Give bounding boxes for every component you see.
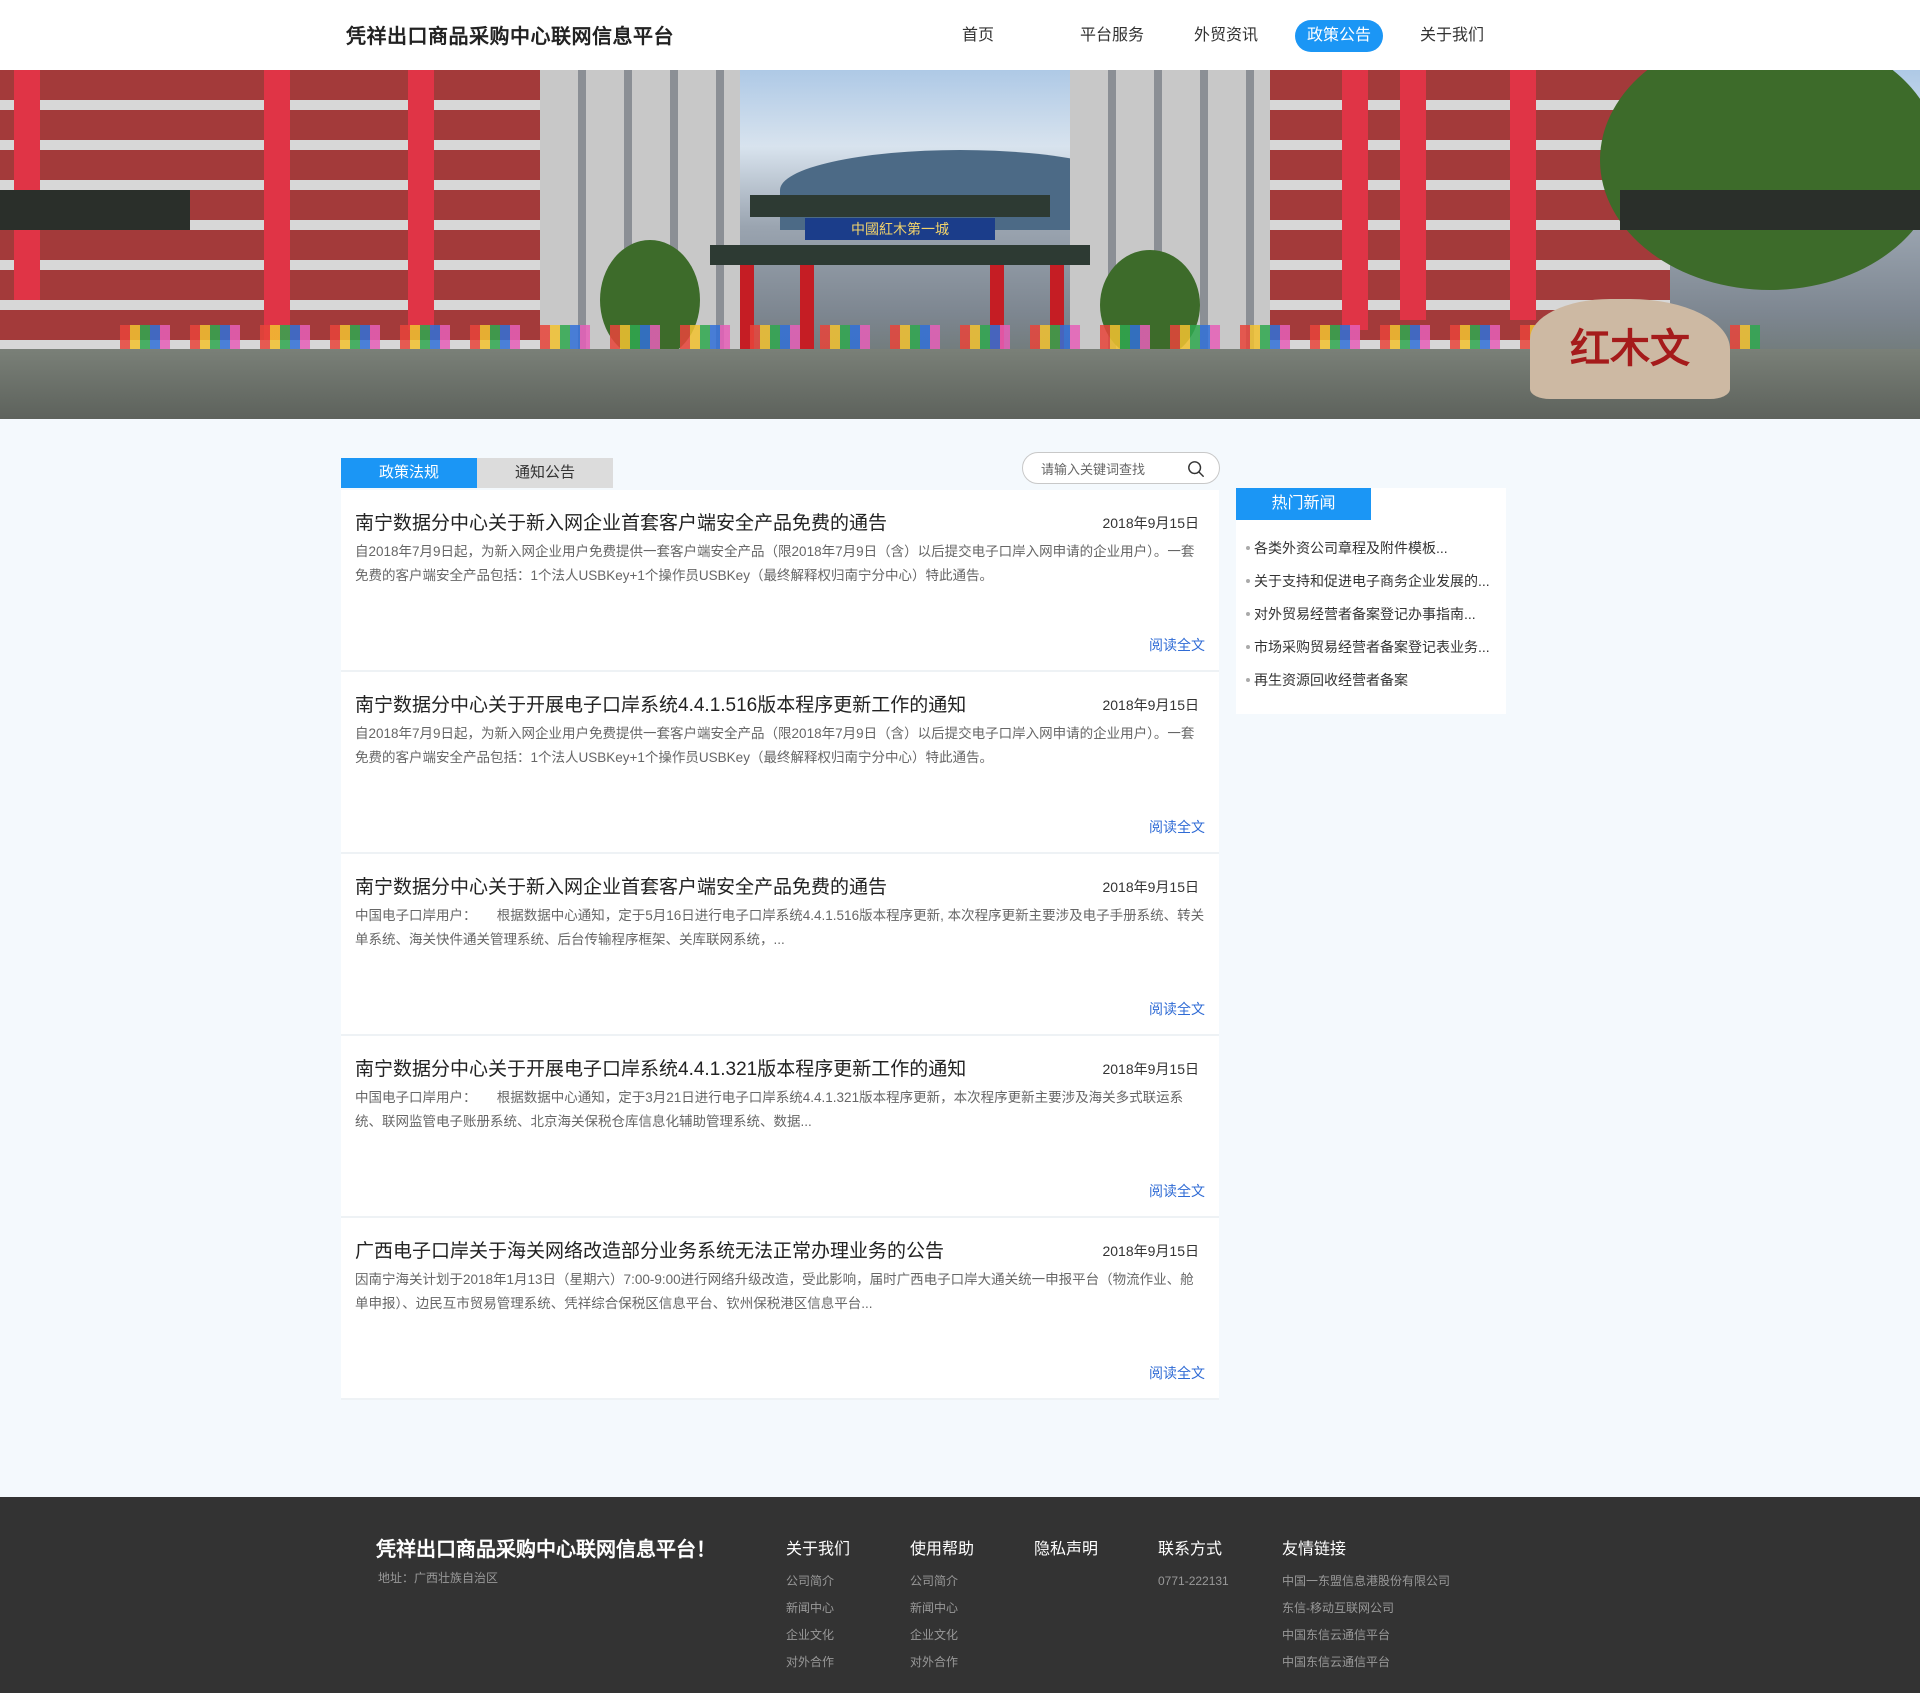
- nav-item-policy-announcements[interactable]: 政策公告: [1295, 20, 1384, 52]
- footer-col-about: 关于我们 公司简介 新闻中心 企业文化 对外合作: [786, 1535, 850, 1679]
- article-title[interactable]: 南宁数据分中心关于新入网企业首套客户端安全产品免费的通告: [355, 508, 887, 535]
- bullet-icon: [1246, 612, 1250, 616]
- read-more-link[interactable]: 阅读全文: [1149, 817, 1205, 837]
- bullet-icon: [1246, 546, 1250, 550]
- hot-news-panel: 热门新闻 各类外资公司章程及附件模板... 关于支持和促进电子商务企业发展的..…: [1236, 488, 1506, 714]
- article-item: 南宁数据分中心关于开展电子口岸系统4.4.1.516版本程序更新工作的通知 20…: [341, 672, 1219, 854]
- banner-red-strip: [1400, 70, 1426, 320]
- article-date: 2018年9月15日: [1102, 1061, 1199, 1077]
- article-summary: 因南宁海关计划于2018年1月13日（星期六）7:00-9:00进行网络升级改造…: [355, 1272, 1194, 1311]
- article-item: 广西电子口岸关于海关网络改造部分业务系统无法正常办理业务的公告 2018年9月1…: [341, 1218, 1219, 1400]
- footer-link[interactable]: 公司简介: [910, 1571, 974, 1598]
- article-date: 2018年9月15日: [1102, 515, 1199, 531]
- footer-link[interactable]: 公司简介: [786, 1571, 850, 1598]
- hot-news-item-label: 关于支持和促进电子商务企业发展的...: [1254, 573, 1490, 589]
- article-item: 南宁数据分中心关于新入网企业首套客户端安全产品免费的通告 2018年9月15日 …: [341, 854, 1219, 1036]
- pavilion-roof-right: [1620, 190, 1920, 230]
- search-icon[interactable]: [1187, 460, 1205, 478]
- banner-red-strip: [1342, 70, 1368, 330]
- search-box: [1022, 452, 1220, 484]
- article-title[interactable]: 南宁数据分中心关于开展电子口岸系统4.4.1.516版本程序更新工作的通知: [355, 690, 966, 717]
- hot-news-list: 各类外资公司章程及附件模板... 关于支持和促进电子商务企业发展的... 对外贸…: [1246, 538, 1501, 703]
- gate-roof: [750, 195, 1050, 217]
- hot-news-item-label: 市场采购贸易经营者备案登记表业务...: [1254, 639, 1490, 655]
- footer-col-friend-links: 友情链接 中国一东盟信息港股份有限公司 东信-移动互联网公司 中国东信云通信平台…: [1282, 1535, 1450, 1679]
- read-more-link[interactable]: 阅读全文: [1149, 999, 1205, 1019]
- bullet-icon: [1246, 645, 1250, 649]
- hot-news-item-label: 再生资源回收经营者备案: [1254, 672, 1408, 688]
- footer-title: 凭祥出口商品采购中心联网信息平台！: [376, 1539, 716, 1561]
- read-more-link[interactable]: 阅读全文: [1149, 1181, 1205, 1201]
- footer-col-privacy: 隐私声明: [1034, 1535, 1098, 1571]
- footer-col-heading: 联系方式: [1158, 1541, 1223, 1558]
- article-summary: 中国电子口岸用户： 根据数据中心通知，定于3月21日进行电子口岸系统4.4.1.…: [355, 1090, 1184, 1129]
- nav-item-platform-services[interactable]: 平台服务: [1068, 20, 1156, 52]
- article-summary: 自2018年7月9日起，为新入网企业用户免费提供一套客户端安全产品（限2018年…: [355, 726, 1195, 765]
- site-header: 凭祥出口商品采购中心联网信息平台 首页 平台服务 外贸资讯 政策公告 关于我们: [0, 0, 1920, 70]
- hot-news-title: 热门新闻: [1236, 488, 1371, 520]
- hero-banner: 中國紅木第一城 红木文: [0, 70, 1920, 419]
- article-title[interactable]: 广西电子口岸关于海关网络改造部分业务系统无法正常办理业务的公告: [355, 1236, 944, 1263]
- footer-link[interactable]: 对外合作: [786, 1652, 850, 1679]
- footer-col-heading: 关于我们: [786, 1541, 851, 1558]
- tab-notices[interactable]: 通知公告: [477, 458, 613, 488]
- read-more-link[interactable]: 阅读全文: [1149, 1363, 1205, 1383]
- hot-news-item-label: 对外贸易经营者备案登记办事指南...: [1254, 606, 1476, 622]
- article-title[interactable]: 南宁数据分中心关于开展电子口岸系统4.4.1.321版本程序更新工作的通知: [355, 1054, 966, 1081]
- footer-col-help: 使用帮助 公司简介 新闻中心 企业文化 对外合作: [910, 1535, 974, 1679]
- hot-news-item[interactable]: 各类外资公司章程及附件模板...: [1246, 538, 1501, 571]
- site-title[interactable]: 凭祥出口商品采购中心联网信息平台: [346, 20, 674, 49]
- footer-col-heading: 友情链接: [1282, 1541, 1347, 1558]
- footer-link[interactable]: 对外合作: [910, 1652, 974, 1679]
- gate-sign: 中國紅木第一城: [805, 218, 995, 240]
- footer-link[interactable]: 新闻中心: [786, 1598, 850, 1625]
- hot-news-item-label: 各类外资公司章程及附件模板...: [1254, 540, 1448, 556]
- nav-item-home[interactable]: 首页: [950, 20, 1006, 52]
- pavilion-roof-left: [0, 190, 190, 230]
- banner-red-strip: [14, 70, 40, 300]
- nav-item-trade-news[interactable]: 外贸资讯: [1182, 20, 1270, 52]
- article-title[interactable]: 南宁数据分中心关于新入网企业首套客户端安全产品免费的通告: [355, 872, 887, 899]
- article-list: 南宁数据分中心关于新入网企业首套客户端安全产品免费的通告 2018年9月15日 …: [341, 490, 1219, 1400]
- footer-link[interactable]: 中国东信云通信平台: [1282, 1652, 1450, 1679]
- article-summary: 中国电子口岸用户： 根据数据中心通知，定于5月16日进行电子口岸系统4.4.1.…: [355, 908, 1205, 947]
- tab-policy-regulations[interactable]: 政策法规: [341, 458, 477, 488]
- article-item: 南宁数据分中心关于开展电子口岸系统4.4.1.321版本程序更新工作的通知 20…: [341, 1036, 1219, 1218]
- article-date: 2018年9月15日: [1102, 1243, 1199, 1259]
- footer-phone: 0771-222131: [1158, 1574, 1229, 1588]
- article-item: 南宁数据分中心关于新入网企业首套客户端安全产品免费的通告 2018年9月15日 …: [341, 490, 1219, 672]
- hot-news-item[interactable]: 对外贸易经营者备案登记办事指南...: [1246, 604, 1501, 637]
- footer-address: 地址：广西壮族自治区: [378, 1571, 499, 1585]
- article-date: 2018年9月15日: [1102, 879, 1199, 895]
- banner-red-strip: [264, 70, 290, 340]
- footer-link[interactable]: 新闻中心: [910, 1598, 974, 1625]
- article-summary: 自2018年7月9日起，为新入网企业用户免费提供一套客户端安全产品（限2018年…: [355, 544, 1195, 583]
- footer-privacy-link[interactable]: 隐私声明: [1034, 1535, 1098, 1559]
- banner-stone-carving: 红木文: [1530, 299, 1730, 399]
- site-footer: 凭祥出口商品采购中心联网信息平台！ 地址：广西壮族自治区 关于我们 公司简介 新…: [0, 1497, 1920, 1693]
- bullet-icon: [1246, 579, 1250, 583]
- gate-roof-lower: [710, 245, 1090, 265]
- footer-col-contact: 联系方式 0771-222131: [1158, 1535, 1229, 1598]
- bullet-icon: [1246, 678, 1250, 682]
- footer-link[interactable]: 中国一东盟信息港股份有限公司: [1282, 1571, 1450, 1598]
- footer-link[interactable]: 东信-移动互联网公司: [1282, 1598, 1450, 1625]
- footer-link[interactable]: 企业文化: [910, 1625, 974, 1652]
- banner-red-strip: [1510, 70, 1536, 320]
- hot-news-item[interactable]: 再生资源回收经营者备案: [1246, 670, 1501, 703]
- search-input[interactable]: [1041, 459, 1181, 479]
- nav-item-about-us[interactable]: 关于我们: [1408, 20, 1496, 52]
- footer-link[interactable]: 中国东信云通信平台: [1282, 1625, 1450, 1652]
- article-date: 2018年9月15日: [1102, 697, 1199, 713]
- footer-link[interactable]: 企业文化: [786, 1625, 850, 1652]
- hot-news-item[interactable]: 市场采购贸易经营者备案登记表业务...: [1246, 637, 1501, 670]
- banner-red-strip: [408, 70, 434, 330]
- footer-col-heading: 使用帮助: [910, 1541, 975, 1558]
- read-more-link[interactable]: 阅读全文: [1149, 635, 1205, 655]
- hot-news-item[interactable]: 关于支持和促进电子商务企业发展的...: [1246, 571, 1501, 604]
